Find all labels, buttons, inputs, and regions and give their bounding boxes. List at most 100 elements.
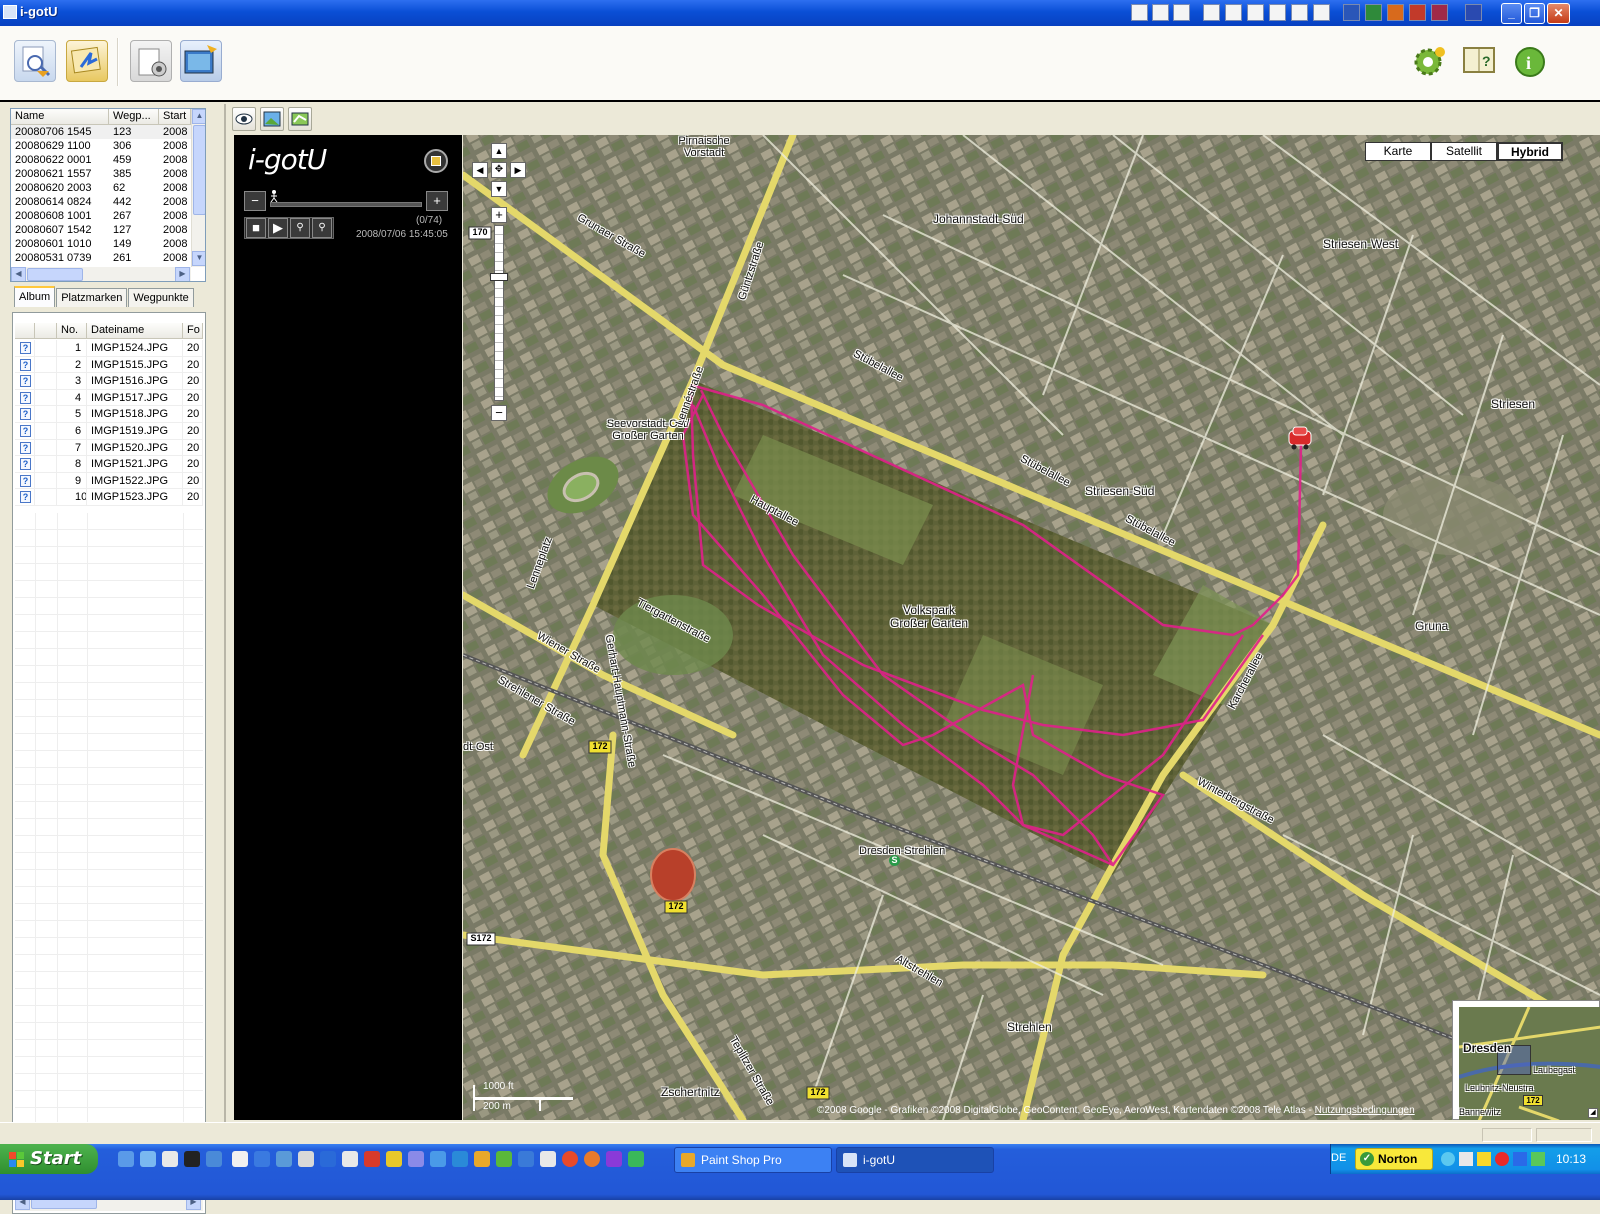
info-icon[interactable]: i [1508,40,1550,82]
album-row[interactable]: ? 5 IMGP1518.JPG 20 [15,406,203,423]
track-list-row[interactable]: 20080608 1001 267 2008 [11,209,191,223]
walk-step-button[interactable]: ⚲ [290,218,310,238]
pan-up-button[interactable]: ▲ [491,143,507,159]
album-row-check-cell[interactable] [35,472,57,489]
album-row-check-cell[interactable] [35,489,57,505]
track-list[interactable]: Name Wegp... Start 20080706 1545 123 2008 2… [10,108,206,282]
column-header-no[interactable]: No. [57,323,87,338]
photo-view-icon[interactable] [260,107,284,131]
overview-collapse-button[interactable]: ◢ [1588,1108,1598,1118]
track-list-row[interactable]: 20080614 0824 442 2008 [11,195,191,209]
maptype-hybrid-button[interactable]: Hybrid [1497,142,1563,161]
map-view-icon[interactable] [288,107,312,131]
unknown-location-icon[interactable]: ? [20,342,31,354]
quicklaunch-icon[interactable] [562,1151,578,1167]
tab-platzmarken[interactable]: Platzmarken [56,288,128,307]
play-button[interactable]: ▶ [268,218,288,238]
maximize-button[interactable]: ❐ [1524,3,1545,24]
album-row-check-cell[interactable] [35,456,57,472]
track-list-row[interactable]: 20080607 1542 127 2008 [11,223,191,237]
map-zoom-slider[interactable] [494,225,504,401]
quicklaunch-icon[interactable] [628,1151,644,1167]
device-settings-icon[interactable] [130,40,172,82]
app-icon[interactable] [3,5,17,19]
unknown-location-icon[interactable]: ? [20,458,31,471]
task-igotu[interactable]: i-gotU [836,1147,994,1173]
unknown-location-icon[interactable]: ? [20,474,31,487]
norton-tray-button[interactable]: ✓ Norton [1355,1148,1433,1170]
column-header-icon[interactable] [15,323,35,338]
zoom-out-button[interactable]: − [244,191,266,211]
album-row-check-cell[interactable] [35,389,57,406]
quicklaunch-icon[interactable] [540,1151,556,1167]
album-row[interactable]: ? 9 IMGP1522.JPG 20 [15,472,203,490]
map-view[interactable]: 170 172 172 S172 172 Pirnaische Vorstadt… [463,135,1600,1120]
zoom-in-button[interactable]: + [426,191,448,211]
quicklaunch-icon[interactable] [140,1151,156,1167]
pan-center-button[interactable]: ✥ [491,162,507,178]
toolbar-shortcut-icon[interactable] [1152,4,1169,21]
column-header-waypoints[interactable]: Wegp... [109,109,159,124]
track-list-row[interactable]: 20080620 2003 62 2008 [11,181,191,195]
quicklaunch-icon[interactable] [206,1151,222,1167]
quicklaunch-ie-icon[interactable] [118,1151,134,1167]
quicklaunch-icon[interactable] [408,1151,424,1167]
quicklaunch-icon[interactable] [298,1151,314,1167]
hscroll-thumb[interactable] [27,268,83,281]
tray-icon[interactable] [1477,1152,1491,1166]
toolbar-shortcut-icon[interactable] [1131,4,1148,21]
sbahn-station-icon[interactable]: S [889,855,900,866]
track-list-row[interactable]: 20080629 1100 306 2008 [11,139,191,153]
maptype-satellit-button[interactable]: Satellit [1431,142,1497,161]
toolbar-shortcut-icon[interactable] [1173,4,1190,21]
access-icon[interactable] [1431,4,1448,21]
unknown-location-icon[interactable]: ? [20,375,31,388]
album-row[interactable]: ? 6 IMGP1519.JPG 20 [15,422,203,440]
quicklaunch-icon[interactable] [474,1151,490,1167]
album-row[interactable]: ? 3 IMGP1516.JPG 20 [15,373,203,390]
help-book-icon[interactable]: ? [1458,40,1500,82]
unknown-location-icon[interactable]: ? [20,358,31,371]
quicklaunch-icon[interactable] [518,1151,534,1167]
start-button[interactable]: Start [0,1144,98,1174]
map-zoom-slider-handle[interactable] [490,273,508,281]
quicklaunch-icon[interactable] [606,1151,622,1167]
unknown-location-icon[interactable]: ? [20,491,31,504]
track-list-row[interactable]: 20080706 1545 123 2008 [11,125,191,139]
track-list-row[interactable]: 20080531 0739 261 2008 [11,251,191,265]
overview-map[interactable]: Dresden Laubegast Leubnitz-Neustra Banne… [1452,1000,1600,1120]
minimize-button[interactable]: _ [1501,3,1522,24]
fast-step-button[interactable]: ⚲ [312,218,332,238]
quicklaunch-icon[interactable] [452,1151,468,1167]
scroll-up-arrow[interactable]: ▲ [192,109,205,124]
album-row[interactable]: ? 1 IMGP1524.JPG 20 [15,340,203,357]
quicklaunch-icon[interactable] [386,1151,402,1167]
quicklaunch-icon[interactable] [496,1151,512,1167]
unknown-location-icon[interactable]: ? [20,408,31,421]
map-zoom-in-button[interactable]: + [491,207,507,223]
track-list-row[interactable]: 20080621 1557 385 2008 [11,167,191,181]
column-header-name[interactable]: Name [11,109,109,124]
toolbar-shortcut-icon[interactable] [1269,4,1286,21]
album-row-check-cell[interactable] [35,373,57,389]
toolbar-shortcut-icon[interactable] [1225,4,1242,21]
album-row[interactable]: ? 2 IMGP1515.JPG 20 [15,356,203,374]
pan-right-button[interactable]: ▶ [510,162,526,178]
quicklaunch-icon[interactable] [364,1151,380,1167]
scroll-right-arrow[interactable]: ▶ [175,267,190,281]
scroll-left-arrow[interactable]: ◀ [11,267,26,281]
mail-icon[interactable] [1203,4,1220,21]
excel-icon[interactable] [1365,4,1382,21]
tray-icon[interactable] [1495,1152,1509,1166]
tray-icon[interactable] [1459,1152,1473,1166]
column-header-dateiname[interactable]: Dateiname [87,323,183,338]
quicklaunch-firefox-icon[interactable] [584,1151,600,1167]
map-zoom-out-button[interactable]: − [491,405,507,421]
maptype-karte-button[interactable]: Karte [1365,142,1431,161]
eye-view-icon[interactable] [232,107,256,131]
outlook-icon[interactable] [1409,4,1426,21]
quicklaunch-icon[interactable] [430,1151,446,1167]
album-row[interactable]: ? 10 IMGP1523.JPG 20 [15,489,203,506]
language-indicator[interactable]: DE [1331,1152,1346,1164]
track-list-hscrollbar[interactable]: ◀ ▶ [11,267,191,281]
